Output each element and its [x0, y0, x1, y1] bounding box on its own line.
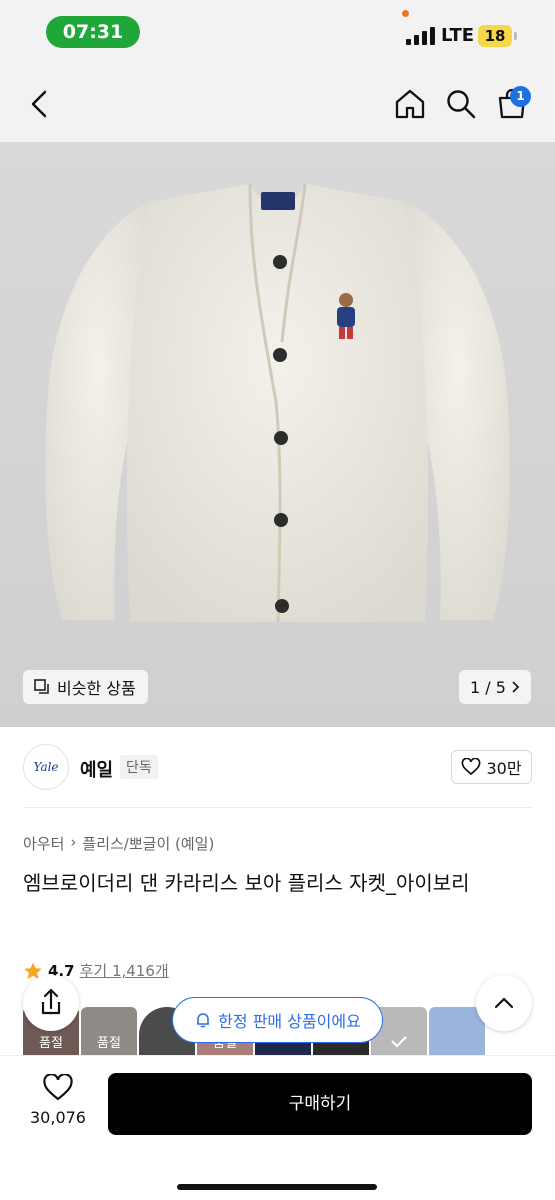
copy-icon	[34, 679, 49, 694]
bottom-action-bar: 30,076 구매하기	[0, 1055, 555, 1200]
exclusive-tag: 단독	[120, 755, 158, 779]
image-pager[interactable]: 1 / 5	[459, 670, 531, 704]
home-indicator	[177, 1184, 377, 1190]
battery-cap	[514, 32, 517, 40]
product-image[interactable]	[0, 142, 555, 727]
top-nav	[0, 70, 555, 142]
limited-sale-notice[interactable]: 한정 판매 상품이에요	[172, 997, 383, 1043]
limited-sale-text: 한정 판매 상품이에요	[218, 1012, 361, 1031]
jacket-illustration	[45, 183, 510, 623]
similar-products-button[interactable]: 비슷한 상품	[23, 670, 148, 704]
wishlist-button[interactable]: 30,076	[20, 1073, 96, 1127]
share-icon	[41, 988, 61, 1015]
pager-text: 1 / 5	[470, 677, 506, 697]
similar-products-label: 비슷한 상품	[57, 679, 136, 698]
status-bar: 07:31 LTE 18	[0, 0, 555, 70]
back-icon[interactable]	[22, 86, 58, 122]
breadcrumb-separator: ›	[70, 833, 77, 851]
sold-out-label: 품절	[39, 1036, 63, 1051]
chevron-right-icon	[512, 681, 520, 693]
brand-name[interactable]: 예일	[80, 756, 113, 782]
heart-icon	[462, 758, 481, 776]
privacy-dot	[402, 10, 409, 17]
sold-out-label: 품절	[97, 1036, 121, 1051]
cart-count-badge: 1	[510, 86, 531, 107]
breadcrumb-item[interactable]: 아우터	[23, 833, 64, 854]
brand-like-count: 30만	[486, 759, 522, 778]
network-label: LTE	[441, 25, 475, 46]
breadcrumb: 아우터 › 플리스/뽀글이 (예일)	[23, 833, 214, 854]
bell-icon	[197, 1013, 210, 1028]
scroll-top-button[interactable]	[476, 975, 532, 1031]
divider	[23, 807, 532, 808]
breadcrumb-item[interactable]: 플리스/뽀글이 (예일)	[82, 833, 214, 854]
status-time: 07:31	[46, 16, 140, 48]
color-option-thumb[interactable]: 품절	[81, 1007, 137, 1055]
search-icon[interactable]	[443, 86, 479, 122]
brand-logo[interactable]: Yale	[23, 744, 69, 790]
battery-icon: 18	[478, 25, 512, 47]
brand-like-button[interactable]: 30만	[451, 750, 532, 784]
chevron-up-icon	[494, 997, 514, 1009]
wishlist-count: 30,076	[30, 1108, 86, 1127]
review-count-link[interactable]: 후기 1,416개	[80, 960, 169, 981]
product-title: 엠브로이더리 댄 카라리스 보아 플리스 자켓_아이보리	[23, 871, 470, 895]
share-button[interactable]	[23, 975, 79, 1031]
signal-icon	[406, 27, 436, 45]
heart-icon	[43, 1073, 73, 1101]
buy-button[interactable]: 구매하기	[108, 1073, 532, 1135]
home-icon[interactable]	[392, 86, 428, 122]
